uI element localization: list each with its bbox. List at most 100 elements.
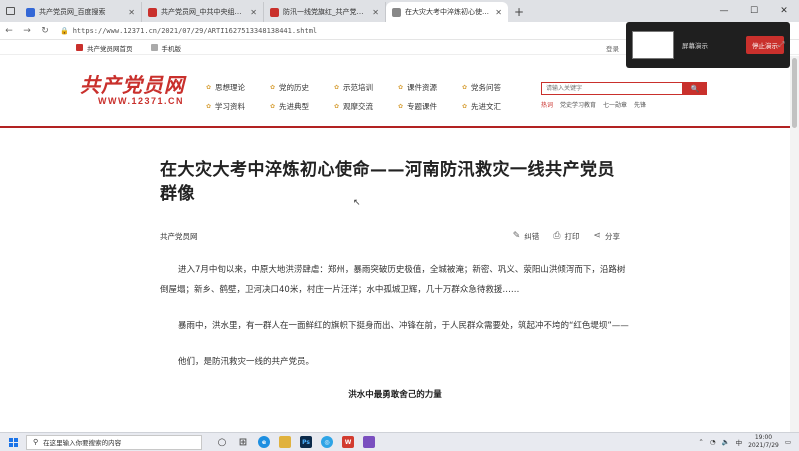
article-subheading: 洪水中最勇敢舍己的力量 [348,390,442,400]
url-text: https://www.12371.cn/2021/07/29/ARTI1627… [72,26,318,35]
ime-icon[interactable]: 中 [736,437,743,447]
browser-tabstrip: 共产党员网_百度搜索 ✕ 共产党员网_中共中央组织部 ✕ 防汛一线党旗红_共产党… [0,0,799,22]
close-tab-icon[interactable]: ✕ [372,8,379,17]
share-preview-thumbnail [632,31,674,59]
forward-icon[interactable]: → [18,22,36,40]
bookmark-item[interactable]: 手机版 [150,43,182,53]
share-label: 分享 [605,231,620,241]
browser-tab[interactable]: 共产党员网_中共中央组织部 ✕ [142,2,264,22]
windows-taskbar: ⚲ 在这里输入你要搜索的内容 ○ ⊞ e Ps ◎ W ⌃ ◔ 🔈 中 19:0… [0,432,799,451]
hot-word[interactable]: 党史学习教育 [560,100,596,109]
tab-title: 在大灾大考中淬炼初心使命—— [405,8,491,16]
nav-item[interactable]: 学习资料 [206,101,270,112]
bookmark-favicon-icon [76,44,83,51]
lock-icon: 🔒 [60,26,69,35]
tray-arrow-icon[interactable]: ⌃ [698,438,703,446]
tab-favicon-icon [148,7,157,17]
browser-tab[interactable]: 共产党员网_百度搜索 ✕ [20,2,142,22]
expand-icon[interactable]: ⤢ [778,40,784,50]
article-paragraph: 进入7月中旬以来，中原大地洪涝肆虐：郑州，暴雨突破历史极值，全城被淹；新密、巩义… [160,265,626,295]
page-scrollbar[interactable] [790,56,799,432]
nav-item[interactable]: 先进文汇 [462,101,526,112]
share-button[interactable]: ⋖ 分享 [593,231,620,242]
hot-word[interactable]: 七一勋章 [603,100,627,109]
browser-tab[interactable]: 防汛一线党旗红_共产党员网 ✕ [264,2,386,22]
wps-icon[interactable]: W [342,436,354,448]
print-button[interactable]: ⎙ 打印 [553,231,579,242]
clock-date: 2021/7/29 [748,442,779,449]
bookmark-label: 手机版 [161,44,182,53]
article: 在大灾大考中淬炼初心使命——河南防汛救灾一线共产党员群像 共产党员网 ✎ 纠错 ⎙… [160,158,630,400]
close-window-button[interactable]: ✕ [769,0,799,22]
mouse-cursor-icon: ↖ [353,198,361,208]
tab-favicon-icon [270,7,279,17]
multitask-icon[interactable]: ⊞ [237,436,249,448]
site-nav: 思想理论 党的历史 示范培训 课件资源 党务问答 学习资料 先进典型 观摩交流 … [206,82,526,112]
taskbar-search[interactable]: ⚲ 在这里输入你要搜索的内容 [26,434,202,450]
system-tray: ⌃ ◔ 🔈 中 19:00 2021/7/29 ▭ [698,434,799,450]
tab-title: 共产党员网_中共中央组织部 [161,8,247,16]
volume-icon[interactable]: 🔈 [721,438,729,446]
url-field[interactable]: 🔒 https://www.12371.cn/2021/07/29/ARTI16… [54,24,614,38]
print-icon: ⎙ [553,231,561,241]
hot-word[interactable]: 先锋 [634,100,646,109]
article-meta: 共产党员网 ✎ 纠错 ⎙ 打印 ⋖ 分享 [160,228,630,244]
nav-item[interactable]: 先进典型 [270,101,334,112]
taskbar-search-placeholder: 在这里输入你要搜索的内容 [43,439,122,447]
bookmark-favicon-icon [150,44,158,51]
window-menu-icon[interactable] [0,0,20,22]
nav-item[interactable]: 党务问答 [462,82,526,93]
taskbar-clock[interactable]: 19:00 2021/7/29 [748,434,779,450]
task-view-icon[interactable]: ○ [216,436,228,448]
minimize-button[interactable]: — [709,0,739,22]
nav-item[interactable]: 课件资源 [398,82,462,93]
close-tab-icon[interactable]: ✕ [250,8,257,17]
notification-icon[interactable]: ▭ [785,438,791,446]
header-divider [0,126,790,128]
bookmark-item[interactable]: 共产党员网首页 [76,43,133,53]
new-tab-button[interactable]: + [508,2,530,22]
screen-share-popup: 屏幕演示 停止演示 [626,22,790,68]
logo-chinese: 共产党员网 [80,73,185,97]
article-paragraph: 暴雨中，洪水里，有一群人在一面鲜红的旗帜下挺身而出、冲锋在前，于人民群众需要处，… [178,321,629,331]
window-controls: — ☐ ✕ [709,0,799,22]
app-icon[interactable] [363,436,375,448]
nav-item[interactable]: 专题课件 [398,101,462,112]
folder-icon[interactable] [279,436,291,448]
print-label: 打印 [564,231,580,241]
network-icon[interactable]: ◔ [710,438,716,446]
close-tab-icon[interactable]: ✕ [495,8,502,17]
taskbar-apps: ○ ⊞ e Ps ◎ W [216,436,375,448]
correction-button[interactable]: ✎ 纠错 [513,231,540,242]
maximize-button[interactable]: ☐ [739,0,769,22]
nav-item[interactable]: 党的历史 [270,82,334,93]
nav-item[interactable]: 示范培训 [334,82,398,93]
bookmark-label: 共产党员网首页 [87,44,133,53]
site-search: 🔍 [541,82,707,95]
search-icon: ⚲ [33,438,39,446]
clock-time: 19:00 [754,434,773,441]
close-tab-icon[interactable]: ✕ [128,8,135,17]
windows-logo-icon [8,437,18,447]
scrollbar-thumb[interactable] [792,58,797,128]
nav-item[interactable]: 观摩交流 [334,101,398,112]
tab-favicon-icon [392,7,401,17]
site-logo[interactable]: 共产党员网 WWW.12371.CN [80,74,192,114]
article-source: 共产党员网 [160,231,198,241]
tab-title: 防汛一线党旗红_共产党员网 [283,8,369,16]
photoshop-icon[interactable]: Ps [300,436,312,448]
article-title: 在大灾大考中淬炼初心使命——河南防汛救灾一线共产党员群像 [160,160,615,204]
tab-favicon-icon [26,7,35,17]
nav-item[interactable]: 思想理论 [206,82,270,93]
article-tools: ✎ 纠错 ⎙ 打印 ⋖ 分享 [513,231,620,242]
refresh-icon[interactable]: ↻ [36,22,54,40]
search-input[interactable] [541,82,683,95]
hot-words: 热词 党史学习教育 七一勋章 先锋 [541,100,646,109]
browser-tab-active[interactable]: 在大灾大考中淬炼初心使命—— ✕ [386,2,508,22]
search-button[interactable]: 🔍 [683,82,707,95]
edge-icon[interactable]: e [258,436,270,448]
login-link[interactable]: 登录 [606,43,619,53]
back-icon[interactable]: ← [0,22,18,40]
start-button[interactable] [0,433,26,451]
browser-360-icon[interactable]: ◎ [321,436,333,448]
